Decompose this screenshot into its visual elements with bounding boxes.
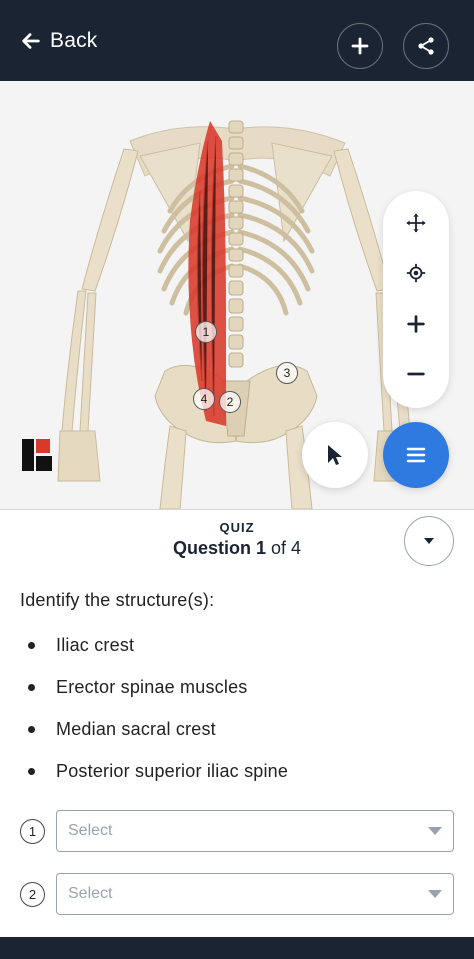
- structure-list: Iliac crest Erector spinae muscles Media…: [28, 624, 288, 792]
- answer-select-2[interactable]: Select: [56, 873, 454, 915]
- marker-4[interactable]: 4: [193, 388, 215, 410]
- option-text: Iliac crest: [56, 634, 135, 655]
- move-tool-button[interactable]: [396, 203, 436, 243]
- zoom-in-button[interactable]: [396, 304, 436, 344]
- list-item: Median sacral crest: [28, 708, 288, 750]
- menu-button[interactable]: [383, 422, 449, 488]
- question-number: Question 1: [172, 538, 266, 558]
- question-counter: Question 1 of 4: [0, 538, 474, 559]
- share-icon: [418, 37, 434, 55]
- question-total: of 4: [271, 538, 302, 558]
- chevron-down-icon: [424, 538, 434, 544]
- marker-1[interactable]: 1: [195, 321, 217, 343]
- answer-number: 1: [20, 819, 45, 844]
- option-text: Erector spinae muscles: [56, 676, 248, 697]
- option-text: Posterior superior iliac spine: [56, 760, 289, 781]
- menu-icon: [406, 447, 426, 463]
- cursor-icon: [328, 445, 342, 465]
- list-item: Erector spinae muscles: [28, 666, 288, 708]
- locate-icon: [406, 263, 426, 283]
- answer-row-2: 2 Select: [20, 873, 454, 915]
- arrow-left-icon: [22, 32, 40, 49]
- answer-number: 2: [20, 882, 45, 907]
- share-button[interactable]: [403, 23, 449, 69]
- brand-logo: [22, 439, 52, 471]
- list-item: Posterior superior iliac spine: [28, 750, 288, 792]
- add-button[interactable]: [337, 23, 383, 69]
- bullet-icon: [28, 767, 35, 775]
- answer-row-1: 1 Select: [20, 810, 454, 852]
- move-icon: [406, 213, 426, 233]
- bottom-bar: [0, 937, 474, 959]
- question-prompt: Identify the structure(s):: [20, 590, 215, 610]
- back-label: Back: [50, 28, 98, 52]
- plus-icon: [351, 37, 369, 55]
- zoom-out-button[interactable]: [396, 354, 436, 394]
- anatomy-viewer[interactable]: 1 2 3 4: [0, 81, 474, 509]
- answer-select-1[interactable]: Select: [56, 810, 454, 852]
- select-placeholder: Select: [68, 822, 113, 839]
- recenter-button[interactable]: [396, 253, 436, 293]
- bullet-icon: [28, 641, 35, 649]
- caret-down-icon: [428, 890, 442, 898]
- quiz-header: QUIZ Question 1 of 4: [0, 509, 474, 577]
- zoom-in-icon: [407, 315, 425, 333]
- option-text: Median sacral crest: [56, 718, 216, 739]
- viewer-toolbar: [383, 191, 449, 408]
- bullet-icon: [28, 725, 35, 733]
- marker-3[interactable]: 3: [276, 362, 298, 384]
- marker-2[interactable]: 2: [219, 391, 241, 413]
- collapse-quiz-button[interactable]: [404, 516, 454, 566]
- select-placeholder: Select: [68, 885, 113, 902]
- back-button[interactable]: Back: [20, 29, 98, 53]
- quiz-label: QUIZ: [219, 520, 255, 535]
- list-item: Iliac crest: [28, 624, 288, 666]
- caret-down-icon: [428, 827, 442, 835]
- pointer-tool-button[interactable]: [302, 422, 368, 488]
- top-bar: Back: [0, 0, 474, 81]
- bullet-icon: [28, 683, 35, 691]
- zoom-out-icon: [407, 372, 425, 376]
